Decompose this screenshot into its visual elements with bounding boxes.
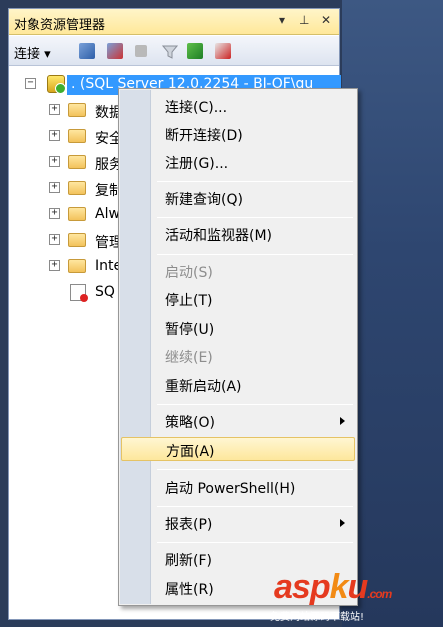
tree-item-label: Alw [95, 206, 120, 222]
menu-item-label: 活动和监视器(M) [165, 228, 273, 244]
menu-item-label: 属性(R) [165, 582, 214, 598]
menu-item-label: 方面(A) [166, 444, 215, 460]
menu-separator [157, 181, 353, 182]
tree-item-label: SQ [95, 284, 115, 300]
menu-item-resume[interactable]: 继续(E) [121, 344, 355, 368]
connect-server-icon[interactable] [79, 43, 95, 59]
menu-separator [157, 469, 353, 470]
menu-item-label: 启动(S) [165, 265, 213, 281]
connect-button[interactable]: 连接 ▾ [14, 43, 51, 62]
site-watermark: aspku.com 免费网站源码下载站! [270, 568, 438, 623]
folder-icon [68, 129, 86, 143]
submenu-arrow-icon [340, 417, 345, 425]
collapse-icon[interactable]: − [25, 78, 36, 89]
menu-item-label: 停止(T) [165, 293, 213, 309]
menu-item-label: 连接(C)... [165, 100, 228, 116]
menu-item-register[interactable]: 注册(G)... [121, 150, 355, 174]
menu-item-label: 注册(G)... [165, 156, 229, 172]
object-explorer-titlebar: 对象资源管理器 ▾ ⊥ ✕ [9, 9, 339, 35]
sql-agent-icon [70, 284, 88, 302]
menu-item-new-query[interactable]: 新建查询(Q) [121, 186, 355, 210]
menu-item-policies[interactable]: 策略(O) [121, 409, 355, 433]
refresh-icon[interactable] [187, 43, 203, 59]
menu-item-activity-monitor[interactable]: 活动和监视器(M) [121, 222, 355, 246]
menu-item-connect[interactable]: 连接(C)... [121, 94, 355, 118]
expand-icon[interactable]: + [49, 182, 60, 193]
folder-icon [68, 155, 86, 169]
menu-item-label: 策略(O) [165, 415, 215, 431]
expand-icon[interactable]: + [49, 104, 60, 115]
folder-icon [68, 181, 86, 195]
expand-icon[interactable]: + [49, 130, 60, 141]
menu-separator [157, 404, 353, 405]
menu-item-label: 断开连接(D) [165, 128, 243, 144]
disconnect-server-icon[interactable] [107, 43, 123, 59]
dropdown-icon[interactable]: ▾ [279, 13, 285, 27]
stop-icon[interactable] [135, 45, 147, 57]
expand-icon[interactable]: + [49, 156, 60, 167]
watermark-tagline: 免费网站源码下载站! [270, 612, 365, 623]
menu-item-label: 继续(E) [165, 350, 213, 366]
menu-item-reports[interactable]: 报表(P) [121, 511, 355, 535]
expand-icon[interactable]: + [49, 234, 60, 245]
menu-item-label: 新建查询(Q) [165, 192, 243, 208]
menu-item-label: 暂停(U) [165, 322, 215, 338]
menu-item-label: 报表(P) [165, 517, 213, 533]
menu-item-restart[interactable]: 重新启动(A) [121, 373, 355, 397]
menu-item-label: 启动 PowerShell(H) [165, 481, 296, 497]
menu-item-label: 刷新(F) [165, 553, 212, 569]
menu-separator [157, 217, 353, 218]
menu-item-powershell[interactable]: 启动 PowerShell(H) [121, 475, 355, 499]
menu-item-disconnect[interactable]: 断开连接(D) [121, 122, 355, 146]
menu-separator [157, 506, 353, 507]
panel-title: 对象资源管理器 [14, 18, 106, 33]
filter-icon[interactable] [161, 43, 179, 59]
menu-item-label: 重新启动(A) [165, 379, 242, 395]
activity-monitor-icon[interactable] [215, 43, 231, 59]
expand-icon[interactable]: + [49, 260, 60, 271]
menu-item-facets[interactable]: 方面(A) [121, 437, 355, 461]
folder-icon [68, 207, 86, 221]
watermark-logo: aspku.com [274, 568, 392, 606]
expand-icon[interactable]: + [49, 208, 60, 219]
menu-separator [157, 254, 353, 255]
context-menu: 连接(C)... 断开连接(D) 注册(G)... 新建查询(Q) 活动和监视器… [118, 88, 358, 606]
folder-icon [68, 103, 86, 117]
folder-icon [68, 233, 86, 247]
menu-item-start[interactable]: 启动(S) [121, 259, 355, 283]
pin-icon[interactable]: ⊥ [299, 13, 309, 27]
menu-item-pause[interactable]: 暂停(U) [121, 316, 355, 340]
object-explorer-toolbar: 连接 ▾ [9, 36, 339, 66]
folder-icon [68, 259, 86, 273]
close-icon[interactable]: ✕ [321, 13, 331, 27]
server-icon [47, 75, 66, 94]
menu-separator [157, 542, 353, 543]
menu-item-stop[interactable]: 停止(T) [121, 287, 355, 311]
submenu-arrow-icon [340, 519, 345, 527]
